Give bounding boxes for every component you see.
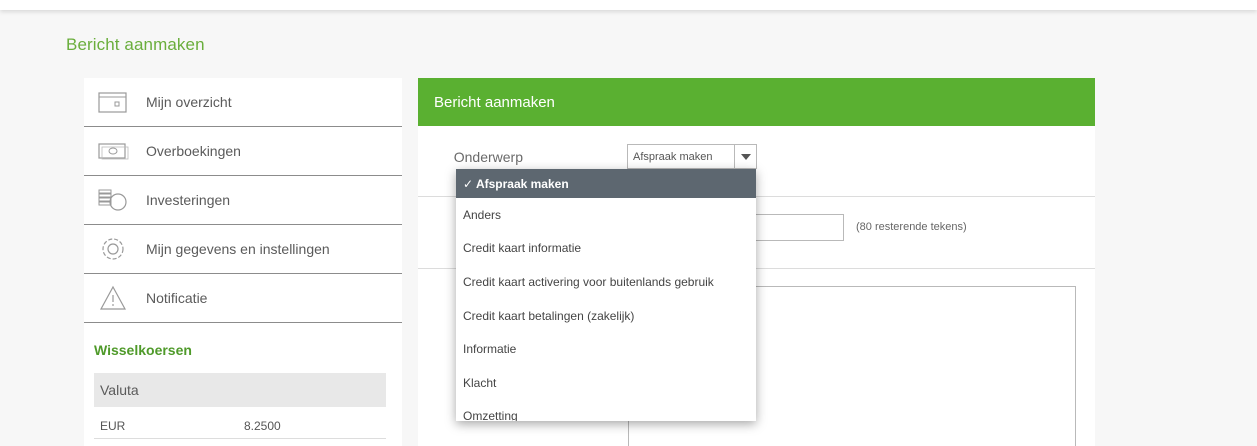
page-title: Bericht aanmaken — [66, 35, 205, 54]
sidebar-item-label: Mijn gegevens en instellingen — [146, 241, 330, 257]
dropdown-option[interactable]: Klacht — [456, 366, 756, 400]
banknote-icon — [96, 137, 130, 165]
sidebar-item-notifications[interactable]: Notificatie — [84, 274, 402, 323]
sidebar-item-overview[interactable]: Mijn overzicht — [84, 78, 402, 127]
dropdown-option-selected[interactable]: ✓ Afspraak maken — [456, 169, 756, 198]
dropdown-option[interactable]: Omzetting — [456, 400, 756, 421]
gear-icon — [96, 235, 130, 263]
sidebar-item-investments[interactable]: Investeringen — [84, 176, 402, 225]
title-input[interactable] — [748, 214, 844, 241]
warning-icon — [96, 284, 130, 312]
sidebar: Mijn overzicht Overboekingen Investering… — [84, 78, 402, 446]
exchange-rates-header: Valuta — [94, 373, 386, 407]
panel-header: Bericht aanmaken — [418, 78, 1095, 126]
dropdown-option[interactable]: Credit kaart betalingen (zakelijk) — [456, 299, 756, 333]
sidebar-item-transfers[interactable]: Overboekingen — [84, 127, 402, 176]
dropdown-option[interactable]: Informatie — [456, 332, 756, 366]
subject-label: Onderwerp — [453, 149, 523, 165]
dropdown-option[interactable]: Anders — [456, 198, 756, 232]
exchange-rates-title: Wisselkoersen — [94, 342, 192, 358]
top-bar — [0, 0, 1257, 10]
currency-rate: 8.2500 — [244, 418, 281, 433]
subject-select[interactable]: Afspraak maken — [627, 144, 757, 169]
dropdown-option[interactable]: Credit kaart informatie — [456, 232, 756, 266]
sidebar-item-settings[interactable]: Mijn gegevens en instellingen — [84, 225, 402, 274]
dropdown-option[interactable]: Credit kaart activering voor buitenlands… — [456, 265, 756, 299]
coins-icon — [96, 186, 130, 214]
wallet-icon — [96, 88, 130, 116]
sidebar-item-label: Notificatie — [146, 290, 208, 306]
subject-dropdown-menu: ✓ Afspraak maken Anders Credit kaart inf… — [456, 169, 756, 421]
sidebar-item-label: Mijn overzicht — [146, 94, 232, 110]
subject-select-value: Afspraak maken — [633, 150, 713, 163]
remaining-chars-text: (80 resterende tekens) — [856, 221, 967, 233]
table-row: EUR 8.2500 — [94, 413, 386, 439]
sidebar-item-label: Investeringen — [146, 192, 231, 208]
currency-code: EUR — [100, 418, 126, 433]
sidebar-item-label: Overboekingen — [146, 143, 241, 159]
chevron-down-icon[interactable] — [734, 145, 756, 168]
